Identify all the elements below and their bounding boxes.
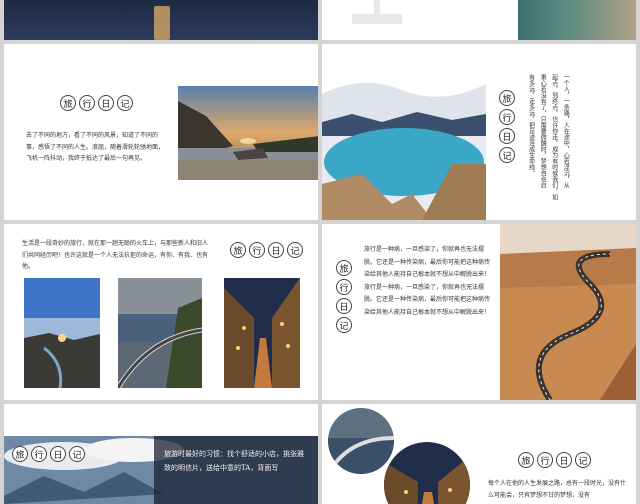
title-char: 记 [69, 446, 85, 462]
title-char: 行 [249, 242, 265, 258]
title-char: 行 [336, 279, 352, 295]
title-char: 旅 [518, 452, 534, 468]
title-char: 记 [117, 95, 133, 111]
slide-top-left[interactable] [4, 0, 318, 40]
title-char: 日 [98, 95, 114, 111]
slide-top-shape-post [374, 0, 380, 18]
vertical-text-block: 一个人，一条路，人在途中，心若浮沉，从 起点，到终点，也许你走，成为有时候我们，… [526, 74, 570, 214]
night-street-photo [224, 278, 300, 388]
text-column: 果心若没有了，只需要微醺时，梦想自会启 [539, 74, 547, 188]
title-char: 行 [499, 109, 515, 125]
title-char: 旅 [336, 260, 352, 276]
road-marking [154, 6, 170, 40]
slide-2[interactable]: 旅 行 日 记 一个人，一条路，人在途中，心若浮沉，从 起点，到终点，也许你走，… [322, 44, 636, 220]
circle-road-photo [328, 408, 394, 474]
slide-1[interactable]: 旅 行 日 记 去了不同的地方，看了不同的风景，知道了不同的事，感悟了不同的人生… [4, 44, 318, 220]
title-char: 日 [499, 128, 515, 144]
slide-4[interactable]: 旅 行 日 记 旅行是一种病，一旦感染了，你就再也无法摆脱。它还是一种传染病，最… [322, 224, 636, 400]
title-char: 记 [287, 242, 303, 258]
lake-sunset-photo [178, 86, 318, 180]
slide-body-text: 旅行是一种病，一旦感染了，你就再也无法摆脱。它还是一种传染病，最后你可能把这种病… [364, 246, 491, 316]
title-char: 旅 [230, 242, 246, 258]
coast-photo [518, 0, 636, 40]
winding-road-photo [500, 224, 636, 400]
slide-title: 旅 行 日 记 [60, 95, 133, 111]
title-char: 行 [79, 95, 95, 111]
slide-top-right[interactable] [322, 0, 636, 40]
slide-body-text: 去了不同的地方，看了不同的风景，知道了不同的事，感悟了不同的人生。浪屈，随着滑轮… [26, 132, 165, 163]
slide-body-text: 每个人在他的人生发展之路，总有一段时光，没有什么可能会，只有梦想不甘的梦想，没有 [488, 480, 627, 499]
slide-title: 旅 行 日 记 [336, 260, 352, 333]
title-char: 日 [50, 446, 66, 462]
title-char: 日 [336, 298, 352, 314]
title-char: 旅 [60, 95, 76, 111]
slide-title: 旅 行 日 记 [12, 446, 85, 462]
slide-6[interactable]: 旅 行 日 记 每个人在他的人生发展之路，总有一段时光，没有什么可能会，只有梦想… [322, 404, 636, 504]
title-char: 行 [537, 452, 553, 468]
slide-body-text: 旅游时最好的习惯：找个舒适的小店，挑张雅致的明信片，送给中意的TA，背面写 [164, 450, 304, 472]
title-char: 记 [499, 147, 515, 163]
coastal-road-photo [118, 278, 202, 388]
slide-body-text: 生活是一段奇妙的旅行，就在那一趟无聪的火车上，与那些新人和旧人们共同经历吧！也许… [22, 240, 209, 271]
title-char: 行 [31, 446, 47, 462]
slide-title: 旅 行 日 记 [230, 242, 303, 258]
title-char: 记 [336, 317, 352, 333]
slide-title: 旅 行 日 记 [499, 90, 515, 163]
title-char: 记 [575, 452, 591, 468]
text-column: 一个人，一条路，人在途中，心若浮沉，从 [562, 74, 570, 188]
canyon-sky-photo [24, 278, 100, 388]
mountain-lake-photo [322, 44, 486, 220]
title-char: 旅 [12, 446, 28, 462]
title-char: 日 [268, 242, 284, 258]
slide-5[interactable]: 旅 行 日 记 旅游时最好的习惯：找个舒适的小店，挑张雅致的明信片，送给中意的T… [4, 404, 318, 504]
slide-3[interactable]: 生活是一段奇妙的旅行，就在那一趟无聪的火车上，与那些新人和旧人们共同经历吧！也许… [4, 224, 318, 400]
title-char: 日 [556, 452, 572, 468]
text-column: 起点，到终点，也许你走，成为有时候我们，如 [550, 74, 558, 200]
slide-title: 旅 行 日 记 [518, 452, 591, 468]
circle-street-photo [384, 442, 470, 504]
text-column: 有多远，走多远，把足迹连成生命线。 [527, 74, 535, 176]
title-char: 旅 [499, 90, 515, 106]
